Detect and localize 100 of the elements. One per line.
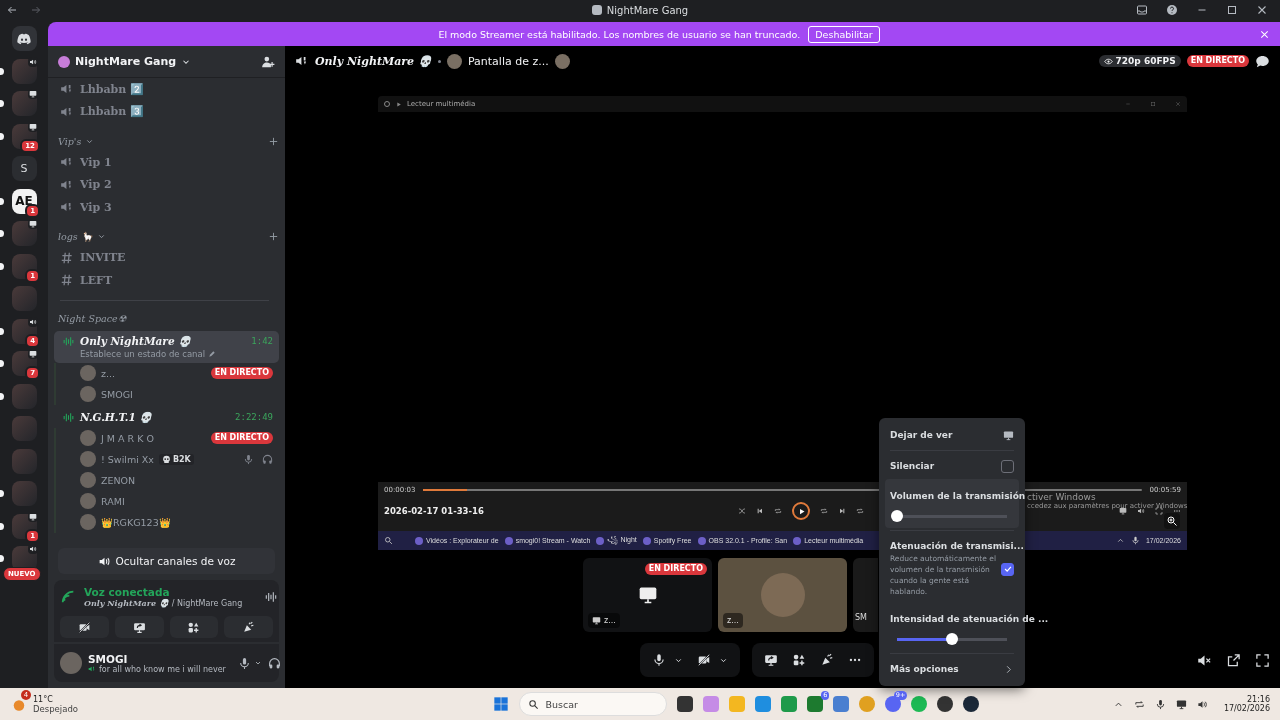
text-channel[interactable]: LEFT: [54, 269, 279, 292]
server-name[interactable]: NightMare Gang: [75, 55, 177, 68]
voice-channel[interactable]: Vip 2: [54, 173, 279, 196]
search-field[interactable]: Buscar: [519, 692, 668, 716]
voice-channel[interactable]: Lhbabn 3⃣: [54, 100, 279, 123]
hide-voice-channels-button[interactable]: Ocultar canales de voz: [58, 548, 275, 574]
close-icon[interactable]: [1256, 4, 1268, 16]
app-icon[interactable]: [937, 696, 954, 712]
start-icon[interactable]: [493, 696, 510, 712]
live-badge: EN DIRECTO: [210, 367, 273, 379]
more-icon: [1173, 507, 1181, 515]
clock-date: 17/02/2026: [1223, 704, 1270, 713]
plus-icon[interactable]: [268, 135, 279, 147]
voice-member[interactable]: z... EN DIRECTO: [80, 362, 273, 384]
voice-member[interactable]: SMOGI: [80, 383, 273, 405]
voice-channel-link[interactable]: Only NightMare 💀: [84, 598, 169, 608]
voice-member[interactable]: RAMI: [80, 490, 273, 512]
pencil-icon: [208, 349, 217, 358]
category-label[interactable]: logs 🦙: [58, 231, 93, 242]
server-button[interactable]: S: [11, 156, 37, 181]
voice-member[interactable]: J M A R K O EN DIRECTO: [80, 427, 273, 449]
disable-button[interactable]: Deshabilitar: [808, 25, 880, 43]
chat-icon[interactable]: [1255, 53, 1270, 69]
voice-channel[interactable]: N.G.H.T.1 💀 2:22:49: [54, 406, 279, 428]
close-icon[interactable]: [1259, 28, 1270, 40]
participant-tile[interactable]: SM: [853, 558, 878, 632]
stream-tile[interactable]: EN DIRECTO z...: [583, 558, 712, 632]
camera-off-icon[interactable]: [696, 653, 711, 667]
add-user-icon[interactable]: [261, 54, 275, 69]
chevron-down-icon[interactable]: [253, 659, 262, 667]
soundboard-button[interactable]: [224, 616, 273, 638]
back-icon[interactable]: [6, 4, 18, 16]
inbox-icon[interactable]: [1136, 4, 1148, 16]
chevron-down-icon: [96, 232, 106, 241]
zoom-icon[interactable]: [1164, 513, 1180, 529]
voice-activity-icon: [62, 334, 75, 348]
hash-icon: [60, 250, 74, 265]
share-screen-button[interactable]: [114, 616, 164, 638]
avatar: [80, 493, 96, 509]
speaker-icon: [29, 545, 37, 553]
voice-channel[interactable]: Vip 1: [54, 151, 279, 174]
category-label[interactable]: Vip's: [58, 135, 82, 147]
voice-activity-icon: [62, 410, 75, 424]
participant-tile[interactable]: z...: [718, 558, 847, 632]
avatar: [446, 53, 462, 69]
plus-icon[interactable]: [268, 231, 279, 242]
slider-label: Volumen de la transmisión: [890, 491, 1026, 501]
monitor-icon: [637, 585, 658, 605]
checkbox[interactable]: [1001, 459, 1014, 473]
monitor-icon: [592, 616, 601, 625]
shapes-icon[interactable]: [791, 653, 806, 667]
voice-channel[interactable]: Only NightMare 💀 1:42 Establece un estado de canal: [54, 330, 279, 363]
voice-channel[interactable]: Vip 3: [54, 196, 279, 219]
app-icon[interactable]: [963, 696, 980, 712]
monitor-icon: [29, 350, 37, 358]
volume-icon[interactable]: [1196, 698, 1208, 710]
search-icon: [528, 698, 540, 710]
sync-icon[interactable]: [1133, 698, 1145, 710]
voice-channel[interactable]: Lhbabn 2⃣: [54, 78, 279, 101]
user-status: for all who know me i will never: [99, 664, 226, 674]
fullscreen-icon[interactable]: [1255, 652, 1270, 668]
help-icon[interactable]: [1166, 4, 1178, 16]
category-label[interactable]: Night Space☢: [58, 313, 127, 324]
server-icon[interactable]: [11, 91, 37, 116]
text-channel[interactable]: INVITE: [54, 246, 279, 269]
avatar: [554, 53, 570, 69]
speaker-icon: [1137, 507, 1145, 515]
microphone-icon[interactable]: [237, 656, 251, 670]
screen-share-icon[interactable]: [763, 653, 778, 667]
voice-member[interactable]: 👑RGKG123👑: [80, 511, 273, 533]
voice-member[interactable]: ! Swilmi Xx B2K: [80, 448, 273, 470]
camera-button[interactable]: [60, 616, 109, 638]
channel-status[interactable]: Establece un estado de canal: [80, 348, 206, 359]
menu-item[interactable]: Silenciar: [885, 453, 1019, 479]
close-icon: [1175, 101, 1181, 107]
maximize-icon[interactable]: [1226, 4, 1238, 16]
monitor-icon: [29, 512, 37, 521]
server-avatar-icon: [58, 55, 70, 68]
home-button[interactable]: [11, 26, 37, 51]
pop-out-icon[interactable]: [1226, 652, 1241, 668]
window-title: NightMare Gang: [606, 4, 689, 16]
weather-text: Despejado: [33, 703, 78, 714]
checkbox[interactable]: [1001, 562, 1014, 576]
signal-icon: [60, 589, 76, 605]
voice-member[interactable]: ZENON: [80, 469, 273, 491]
participant-name: z...: [588, 613, 620, 628]
discord-app-icon[interactable]: [885, 696, 902, 712]
skull-icon: [161, 454, 171, 464]
headphones-icon[interactable]: [267, 656, 281, 670]
play-icon: [395, 100, 402, 108]
soundboard-icon[interactable]: [819, 653, 834, 667]
avatar: [80, 386, 96, 402]
microphone-icon[interactable]: [1154, 698, 1166, 710]
app-icon[interactable]: [677, 696, 694, 712]
menu-item[interactable]: Dejar de ver: [885, 422, 1019, 448]
quality-badge: 720p 60FPS: [1098, 55, 1181, 67]
microphone-icon[interactable]: [651, 653, 666, 667]
server-icon[interactable]: [11, 221, 37, 246]
activities-button[interactable]: [169, 616, 219, 638]
menu-item[interactable]: Más opciones: [885, 656, 1019, 682]
